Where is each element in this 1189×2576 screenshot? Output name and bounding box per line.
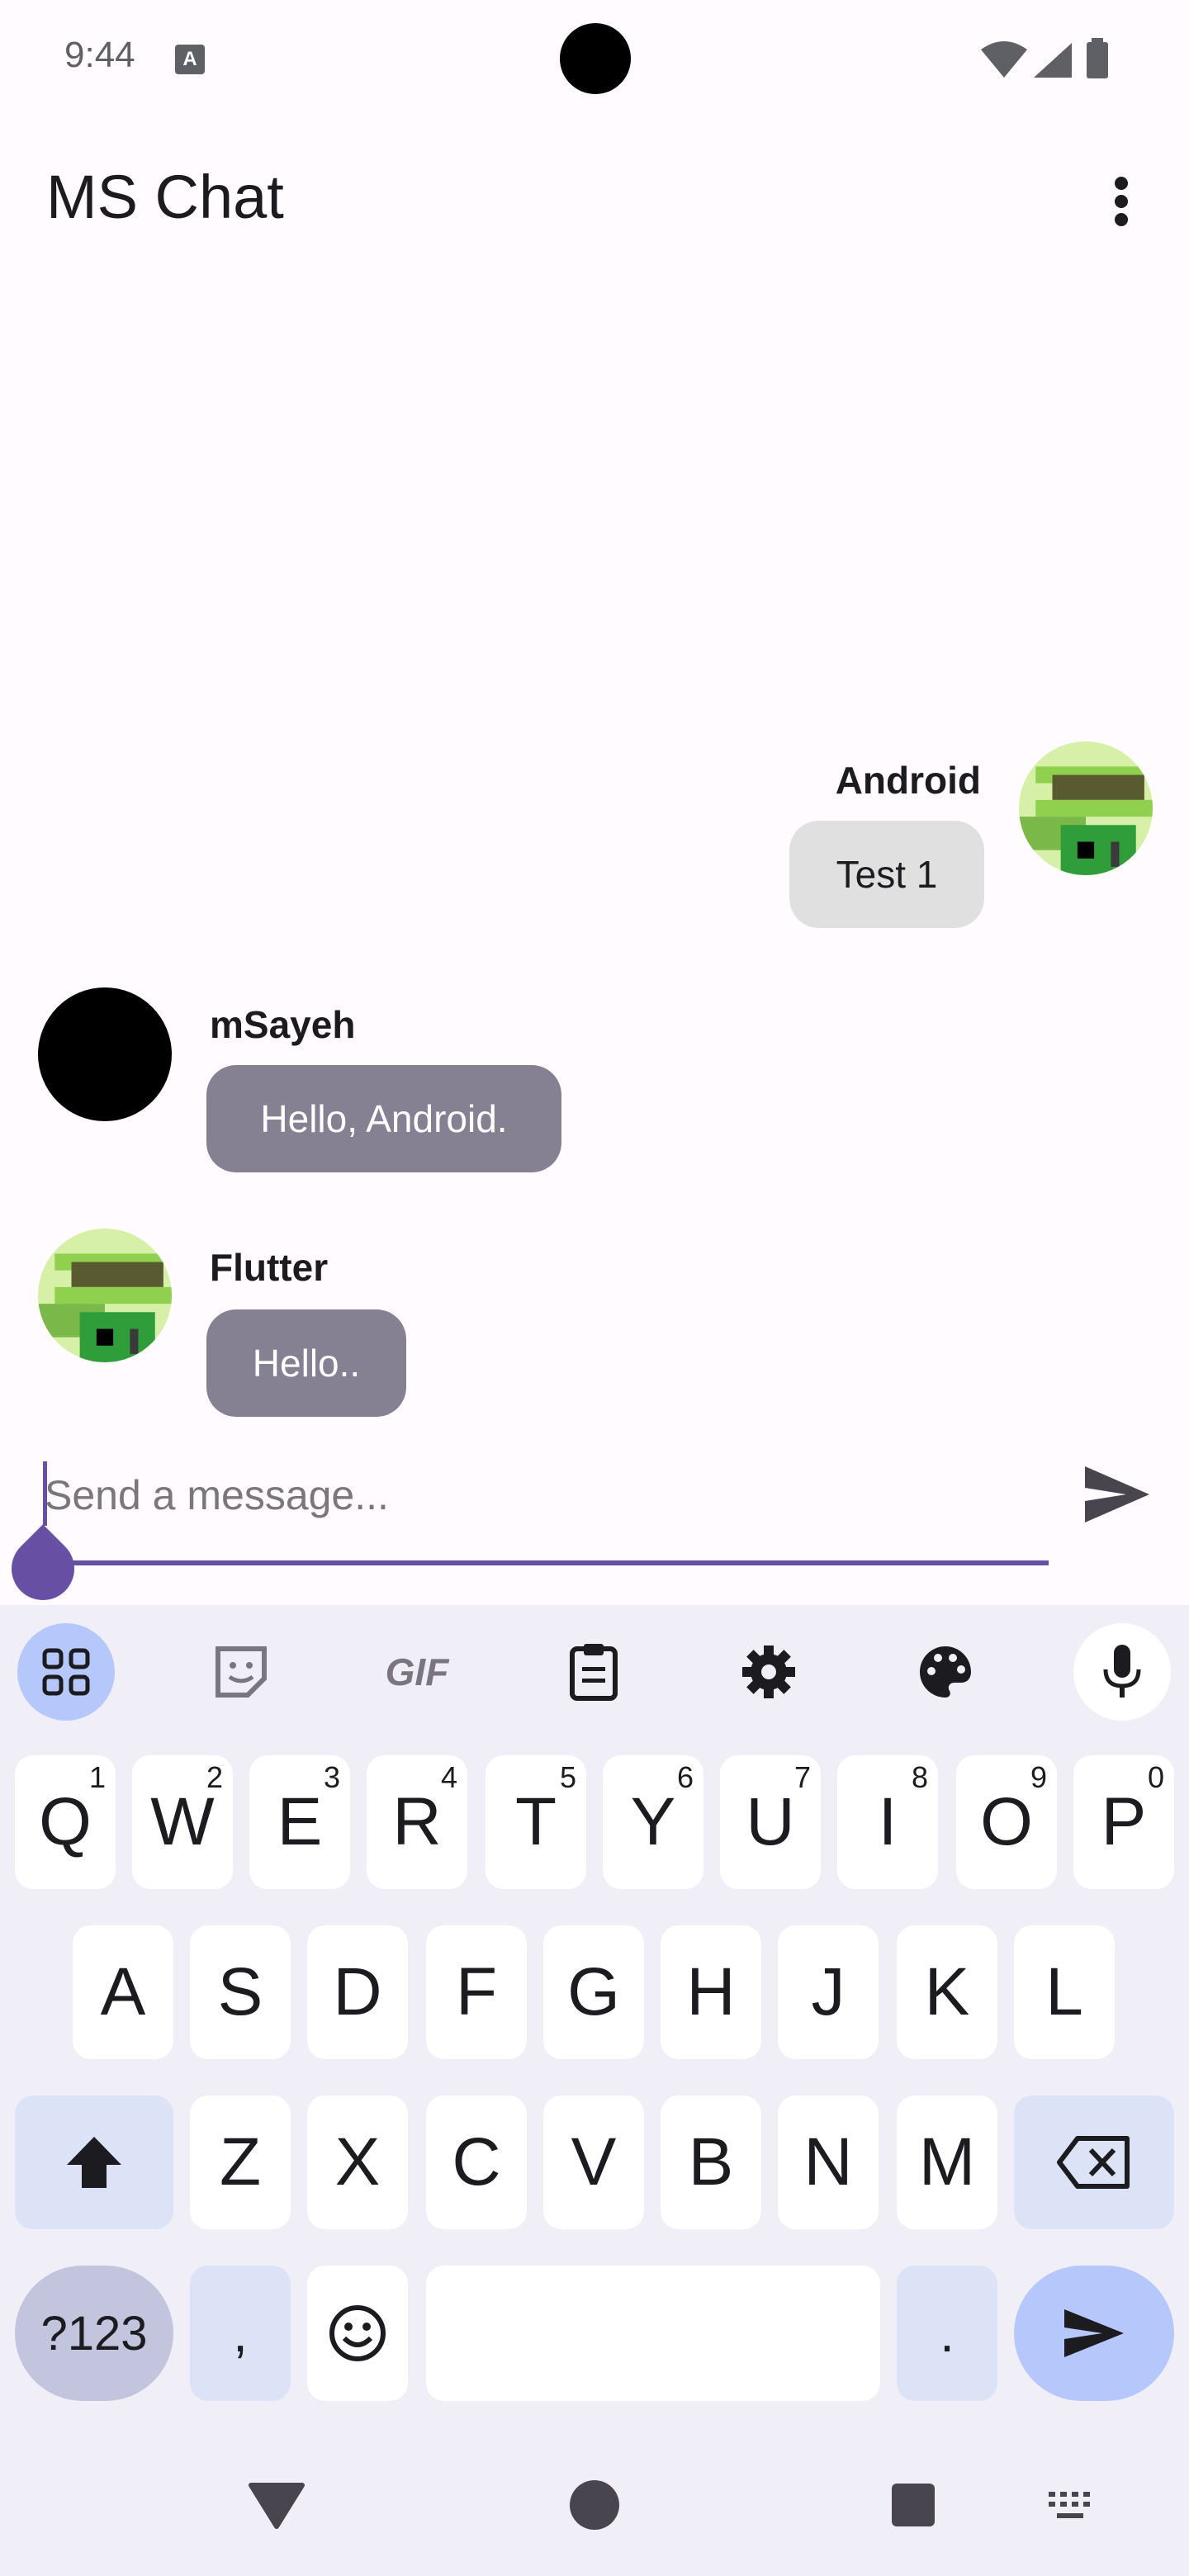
- key-x[interactable]: X: [307, 2095, 408, 2229]
- text-cursor: [43, 1461, 47, 1526]
- back-icon[interactable]: [248, 2480, 306, 2530]
- cursor-handle[interactable]: [0, 1524, 88, 1613]
- message-bubble[interactable]: Hello..: [206, 1309, 406, 1417]
- key-o[interactable]: O9: [956, 1755, 1057, 1889]
- wifi-icon: [981, 41, 1027, 78]
- key-l[interactable]: L: [1014, 1925, 1115, 2059]
- gif-button[interactable]: GIF: [368, 1623, 466, 1721]
- palette-icon[interactable]: [897, 1623, 994, 1721]
- status-time: 9:44: [64, 35, 135, 75]
- symbols-key[interactable]: ?123: [15, 2266, 173, 2401]
- message-text: Test 1: [836, 853, 938, 896]
- key-q[interactable]: Q1: [15, 1755, 116, 1889]
- comma-key[interactable]: ,: [190, 2266, 291, 2401]
- key-p[interactable]: P0: [1073, 1755, 1174, 1889]
- avatar[interactable]: [1019, 741, 1153, 875]
- message-bubble[interactable]: Hello, Android.: [206, 1065, 561, 1172]
- clipboard-icon[interactable]: [545, 1623, 642, 1721]
- key-m[interactable]: M: [897, 2095, 997, 2229]
- key-n[interactable]: N: [778, 2095, 879, 2229]
- message-input[interactable]: Send a message...: [45, 1471, 389, 1519]
- pixel-avatar-image: [1019, 741, 1153, 875]
- key-d[interactable]: D: [307, 1925, 408, 2059]
- app-title: MS Chat: [46, 163, 284, 231]
- emoji-icon: [329, 2305, 386, 2361]
- message-sender: Flutter: [210, 1246, 329, 1289]
- pixel-avatar-image: [38, 1229, 172, 1362]
- key-k[interactable]: K: [897, 1925, 997, 2059]
- key-e[interactable]: E3: [249, 1755, 350, 1889]
- key-s[interactable]: S: [190, 1925, 291, 2059]
- more-vert-icon[interactable]: [1098, 165, 1144, 236]
- key-b[interactable]: B: [661, 2095, 761, 2229]
- text-icon: A: [175, 45, 205, 74]
- key-h[interactable]: H: [661, 1925, 761, 2059]
- message-bubble[interactable]: Test 1: [789, 821, 984, 928]
- send-icon: [1064, 2309, 1124, 2357]
- message-text: Hello..: [252, 1342, 361, 1385]
- settings-icon[interactable]: [720, 1623, 817, 1721]
- key-r[interactable]: R4: [367, 1755, 467, 1889]
- camera-cutout: [560, 23, 631, 94]
- key-z[interactable]: Z: [190, 2095, 291, 2229]
- avatar[interactable]: [38, 1229, 172, 1362]
- home-icon[interactable]: [568, 2479, 621, 2531]
- input-underline: [43, 1560, 1049, 1565]
- keyboard: [0, 1605, 1189, 2576]
- space-key[interactable]: [426, 2266, 880, 2401]
- mic-icon[interactable]: [1073, 1623, 1171, 1721]
- key-y[interactable]: Y6: [603, 1755, 703, 1889]
- message-text: Hello, Android.: [260, 1097, 508, 1140]
- message-sender: mSayeh: [210, 1003, 356, 1046]
- message-sender: Android: [835, 759, 981, 802]
- shift-key[interactable]: [15, 2095, 173, 2229]
- key-f[interactable]: F: [426, 1925, 527, 2059]
- key-j[interactable]: J: [778, 1925, 879, 2059]
- send-icon[interactable]: [1082, 1463, 1153, 1526]
- shift-icon: [67, 2137, 121, 2188]
- enter-send-key[interactable]: [1014, 2266, 1174, 2401]
- backspace-icon: [1057, 2136, 1130, 2189]
- apps-grid-icon[interactable]: [17, 1623, 115, 1721]
- key-a[interactable]: A: [73, 1925, 173, 2059]
- battery-icon: [1087, 38, 1108, 78]
- key-g[interactable]: G: [543, 1925, 644, 2059]
- avatar[interactable]: [38, 987, 172, 1121]
- backspace-key[interactable]: [1014, 2095, 1174, 2229]
- key-i[interactable]: I8: [837, 1755, 938, 1889]
- key-v[interactable]: V: [543, 2095, 644, 2229]
- key-u[interactable]: U7: [720, 1755, 821, 1889]
- keyboard-switch-icon[interactable]: [1047, 2490, 1095, 2523]
- sticker-icon[interactable]: [192, 1623, 290, 1721]
- recents-icon[interactable]: [890, 2482, 936, 2528]
- key-t[interactable]: T5: [486, 1755, 586, 1889]
- key-c[interactable]: C: [426, 2095, 527, 2229]
- emoji-key[interactable]: [307, 2266, 408, 2401]
- signal-icon: [1034, 43, 1072, 78]
- key-w[interactable]: W2: [132, 1755, 233, 1889]
- period-key[interactable]: .: [897, 2266, 997, 2401]
